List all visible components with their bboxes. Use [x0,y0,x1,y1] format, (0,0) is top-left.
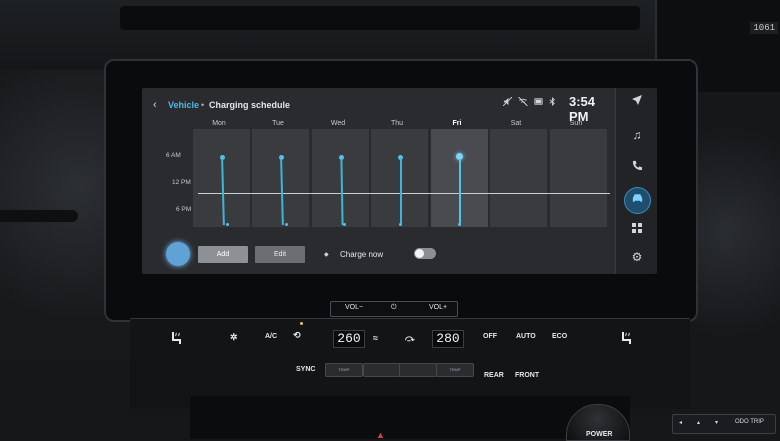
ac-button[interactable]: A/C [265,333,277,340]
temp-right-rocker-down[interactable] [399,363,437,377]
music-icon[interactable]: ♫ [616,128,657,142]
vol-down-button[interactable]: VOL− [345,304,363,311]
vehicle-icon[interactable] [624,187,651,214]
page-title: Charging schedule [209,100,291,110]
temp-right-rocker[interactable]: TEMP [436,363,474,377]
schedule-end-tue [285,223,288,226]
mute-icon [502,96,513,108]
left-vent [0,210,78,222]
day-label-tue: Tue [272,120,284,127]
left-seat-heat-icon[interactable] [170,331,184,348]
battery-icon [534,97,543,108]
odo-trip-button[interactable]: ODO TRIP [735,419,764,425]
trip-up-icon[interactable]: ▴ [697,419,700,426]
vol-up-button[interactable]: VOL+ [429,304,447,311]
charge-now-icon: ◆ [324,252,329,258]
power-label: POWER [586,431,613,438]
temp-right-display: 280 [432,330,464,348]
current-time-line [198,193,610,194]
apps-icon[interactable] [616,222,657,236]
climate-off-button[interactable]: OFF [483,333,497,340]
climate-auto-button[interactable]: AUTO [516,333,536,340]
trip-button-cluster: ◂ ▴ ▾ ODO TRIP [672,414,776,434]
phone-icon[interactable] [616,160,657,174]
seat-airflow-icon[interactable]: ⤼ [405,333,415,344]
day-label-sun: Sun [569,120,583,127]
schedule-end-thu [399,223,402,226]
day-label-fri: Fri [452,120,462,127]
right-console-panel [690,92,780,372]
day-label-wed: Wed [330,120,346,127]
schedule-bar-thu[interactable] [399,159,402,225]
status-icons [502,96,556,108]
edit-button[interactable]: Edit [255,246,305,263]
charge-fab-button[interactable] [166,242,190,266]
day-column-sat[interactable] [490,129,547,227]
fan-icon[interactable]: ✲ [230,332,238,343]
recirculation-icon[interactable]: ⟲ [293,330,301,341]
time-label-6pm: 6 PM [176,206,192,213]
breadcrumb-vehicle[interactable]: Vehicle [168,100,199,110]
power-button[interactable]: ⏻ [391,304,397,312]
time-label-12pm: 12 PM [172,179,191,186]
back-icon[interactable]: ‹ [153,99,157,111]
add-button[interactable]: Add [198,246,248,263]
trip-prev-icon[interactable]: ◂ [679,419,682,426]
lower-console [190,396,630,439]
schedule-end-mon [226,223,229,226]
no-wifi-icon [518,96,528,108]
volume-bar: VOL− ⏻ VOL+ [330,301,458,317]
infotainment-screen: ‹ Vehicle • Charging schedule 3:54 PM Mo… [142,88,657,274]
charge-now-toggle[interactable] [414,248,436,259]
time-label-6am: 6 AM [166,152,181,159]
climate-eco-button[interactable]: ECO [552,333,567,340]
header-bar: ‹ Vehicle • Charging schedule 3:54 PM [142,88,612,124]
sync-button[interactable]: SYNC [296,366,315,373]
breadcrumb-separator: • [201,100,205,110]
schedule-end-fri [458,223,461,226]
settings-icon[interactable]: ⚙ [616,250,657,264]
trip-down-icon[interactable]: ▾ [715,419,718,426]
charge-now-label: Charge now [340,250,384,259]
defrost-vent [120,6,640,30]
schedule-end-wed [343,223,346,226]
toggle-knob [415,249,424,258]
temp-left-rocker[interactable]: TEMP [325,363,363,377]
recirc-indicator-led [300,322,303,325]
day-label-mon: Mon [212,120,226,127]
schedule-bar-fri[interactable] [458,159,461,225]
bluetooth-icon [549,96,556,108]
day-label-thu: Thu [390,120,404,127]
right-seat-heat-icon[interactable] [620,331,634,348]
right-nav-rail: ♫ ⚙ [615,88,657,274]
front-defrost-button[interactable]: FRONT [515,372,539,379]
temp-left-rocker-down[interactable] [363,363,401,377]
cluster-readout: 1061 [750,22,778,34]
temp-left-display: 260 [333,330,365,348]
day-label-sat: Sat [510,120,522,127]
day-column-sun[interactable] [550,129,607,227]
rear-defrost-button[interactable]: REAR [484,372,504,379]
airflow-icon[interactable]: ≈ [373,333,378,343]
navigation-icon[interactable] [616,94,657,109]
